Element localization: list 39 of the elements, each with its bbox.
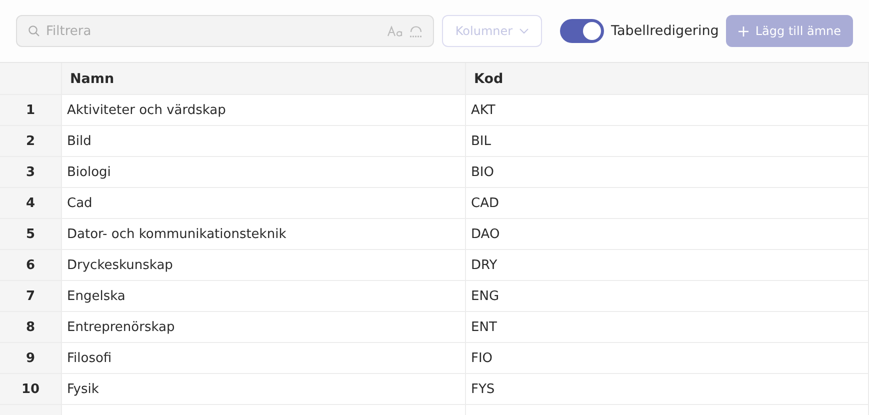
table-cell[interactable]: ENT: [466, 312, 869, 342]
table-cell[interactable]: Biologi: [62, 157, 466, 187]
row-number: 9: [0, 343, 62, 373]
table-cell[interactable]: DAO: [466, 219, 869, 249]
table-cell[interactable]: Engelska: [62, 281, 466, 311]
row-number: 4: [0, 188, 62, 218]
column-header[interactable]: Namn: [62, 63, 466, 94]
table-cell[interactable]: Cad: [62, 188, 466, 218]
whole-word-icon[interactable]: [408, 24, 424, 38]
table-cell[interactable]: FYS: [466, 374, 869, 404]
toggle-switch[interactable]: [560, 19, 604, 43]
search-field[interactable]: Filtrera: [16, 15, 434, 47]
table-cell[interactable]: ENG: [466, 281, 869, 311]
table-cell[interactable]: Dryckeskunskap: [62, 250, 466, 280]
row-number: 7: [0, 281, 62, 311]
match-case-icon[interactable]: [387, 25, 403, 37]
table-cell[interactable]: Aktiviteter och värdskap: [62, 95, 466, 125]
table-cell[interactable]: Dator- och kommunikationsteknik: [62, 219, 466, 249]
row-number: 2: [0, 126, 62, 156]
row-number: 1: [0, 95, 62, 125]
table-cell[interactable]: Fysik: [62, 374, 466, 404]
row-number: 5: [0, 219, 62, 249]
table-cell[interactable]: DRY: [466, 250, 869, 280]
column-header[interactable]: Kod: [466, 63, 869, 94]
toggle-label: Tabellredigering: [611, 23, 719, 39]
table-cell[interactable]: AKT: [466, 95, 869, 125]
row-number: 8: [0, 312, 62, 342]
row-number: 6: [0, 250, 62, 280]
table-cell[interactable]: Bild: [62, 126, 466, 156]
plus-icon: [738, 26, 750, 36]
row-number: 3: [0, 157, 62, 187]
table-cell[interactable]: BIO: [466, 157, 869, 187]
table-cell[interactable]: Filosofi: [62, 343, 466, 373]
table-cell[interactable]: FIO: [466, 343, 869, 373]
table-cell[interactable]: BIL: [466, 126, 869, 156]
chevron-down-icon: [518, 28, 529, 34]
table-cell[interactable]: CAD: [466, 188, 869, 218]
table-cell[interactable]: Entreprenörskap: [62, 312, 466, 342]
row-number: 10: [0, 374, 62, 404]
